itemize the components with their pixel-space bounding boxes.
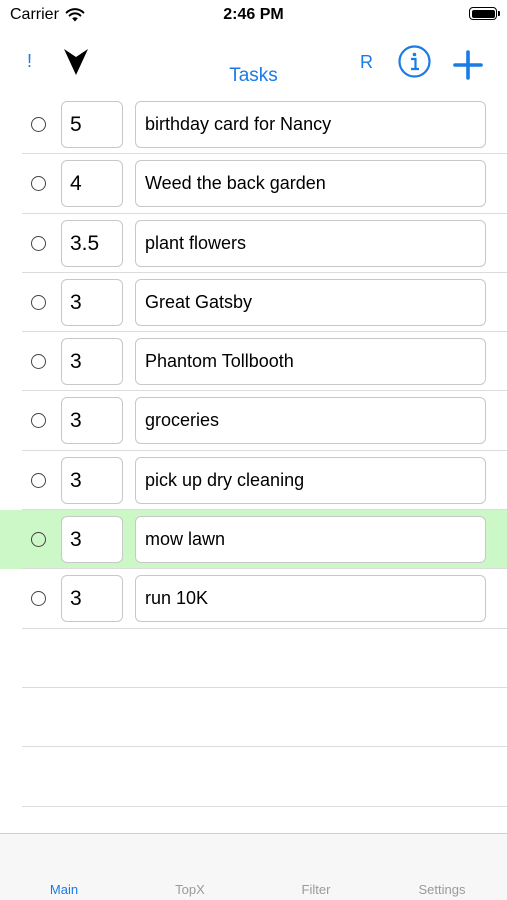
priority-field[interactable]: 3 [61,338,123,386]
task-name-field[interactable]: run 10K [135,575,486,623]
task-row[interactable]: 5 birthday card for Nancy [0,95,507,155]
tab-main[interactable]: Main [1,882,127,897]
task-name-field[interactable]: plant flowers [135,219,486,267]
app-screen: Carrier 2:46 PM ! Tasks R 5 birthday car… [0,0,507,900]
task-name-field[interactable]: Weed the back garden [135,160,486,208]
battery-icon [469,7,500,20]
complete-radio-button[interactable] [31,472,46,488]
task-row[interactable]: 3 Phantom Tollbooth [0,332,507,392]
tab-settings[interactable]: Settings [379,882,505,897]
complete-radio-button[interactable] [31,235,46,251]
task-name-field[interactable]: pick up dry cleaning [135,456,486,504]
task-row[interactable]: 3.5 plant flowers [0,214,507,274]
task-row-selected[interactable]: 3 mow lawn [0,510,507,570]
priority-field[interactable]: 4 [61,160,123,208]
navigation-bar: ! Tasks R [0,40,507,94]
task-row[interactable]: 3 pick up dry cleaning [0,451,507,511]
complete-radio-button[interactable] [31,591,46,607]
task-row[interactable]: 3 Great Gatsby [0,273,507,333]
priority-field[interactable]: 5 [61,101,123,148]
tab-bar: Main TopX Filter Settings [0,833,507,900]
info-circle-icon[interactable] [398,45,431,78]
complete-radio-button[interactable] [31,354,46,370]
complete-radio-button[interactable] [31,176,46,192]
task-row[interactable]: 3 run 10K [0,569,507,629]
tab-filter[interactable]: Filter [253,882,379,897]
priority-field[interactable]: 3 [61,278,123,326]
empty-row [0,688,507,748]
complete-radio-button[interactable] [31,117,46,132]
task-row[interactable]: 3 groceries [0,391,507,452]
empty-row [0,629,507,689]
plus-icon[interactable] [453,50,483,80]
priority-field[interactable]: 3 [61,397,123,445]
task-list: 5 birthday card for Nancy 4 Weed the bac… [0,95,507,807]
task-name-field[interactable]: Phantom Tollbooth [135,338,486,386]
complete-radio-button[interactable] [31,532,46,548]
task-name-field[interactable]: groceries [135,397,486,445]
priority-field[interactable]: 3 [61,456,123,504]
task-name-field[interactable]: mow lawn [135,516,486,564]
empty-row [0,747,507,807]
complete-radio-button[interactable] [31,413,46,429]
priority-field[interactable]: 3.5 [61,219,123,267]
status-bar: Carrier 2:46 PM [0,0,507,32]
task-name-field[interactable]: birthday card for Nancy [135,101,486,148]
complete-radio-button[interactable] [31,294,46,310]
priority-field[interactable]: 3 [61,516,123,564]
r-button[interactable]: R [360,52,373,73]
task-row[interactable]: 4 Weed the back garden [0,154,507,214]
status-time: 2:46 PM [223,6,284,23]
tab-topx[interactable]: TopX [127,882,253,897]
priority-field[interactable]: 3 [61,575,123,623]
task-name-field[interactable]: Great Gatsby [135,278,486,326]
